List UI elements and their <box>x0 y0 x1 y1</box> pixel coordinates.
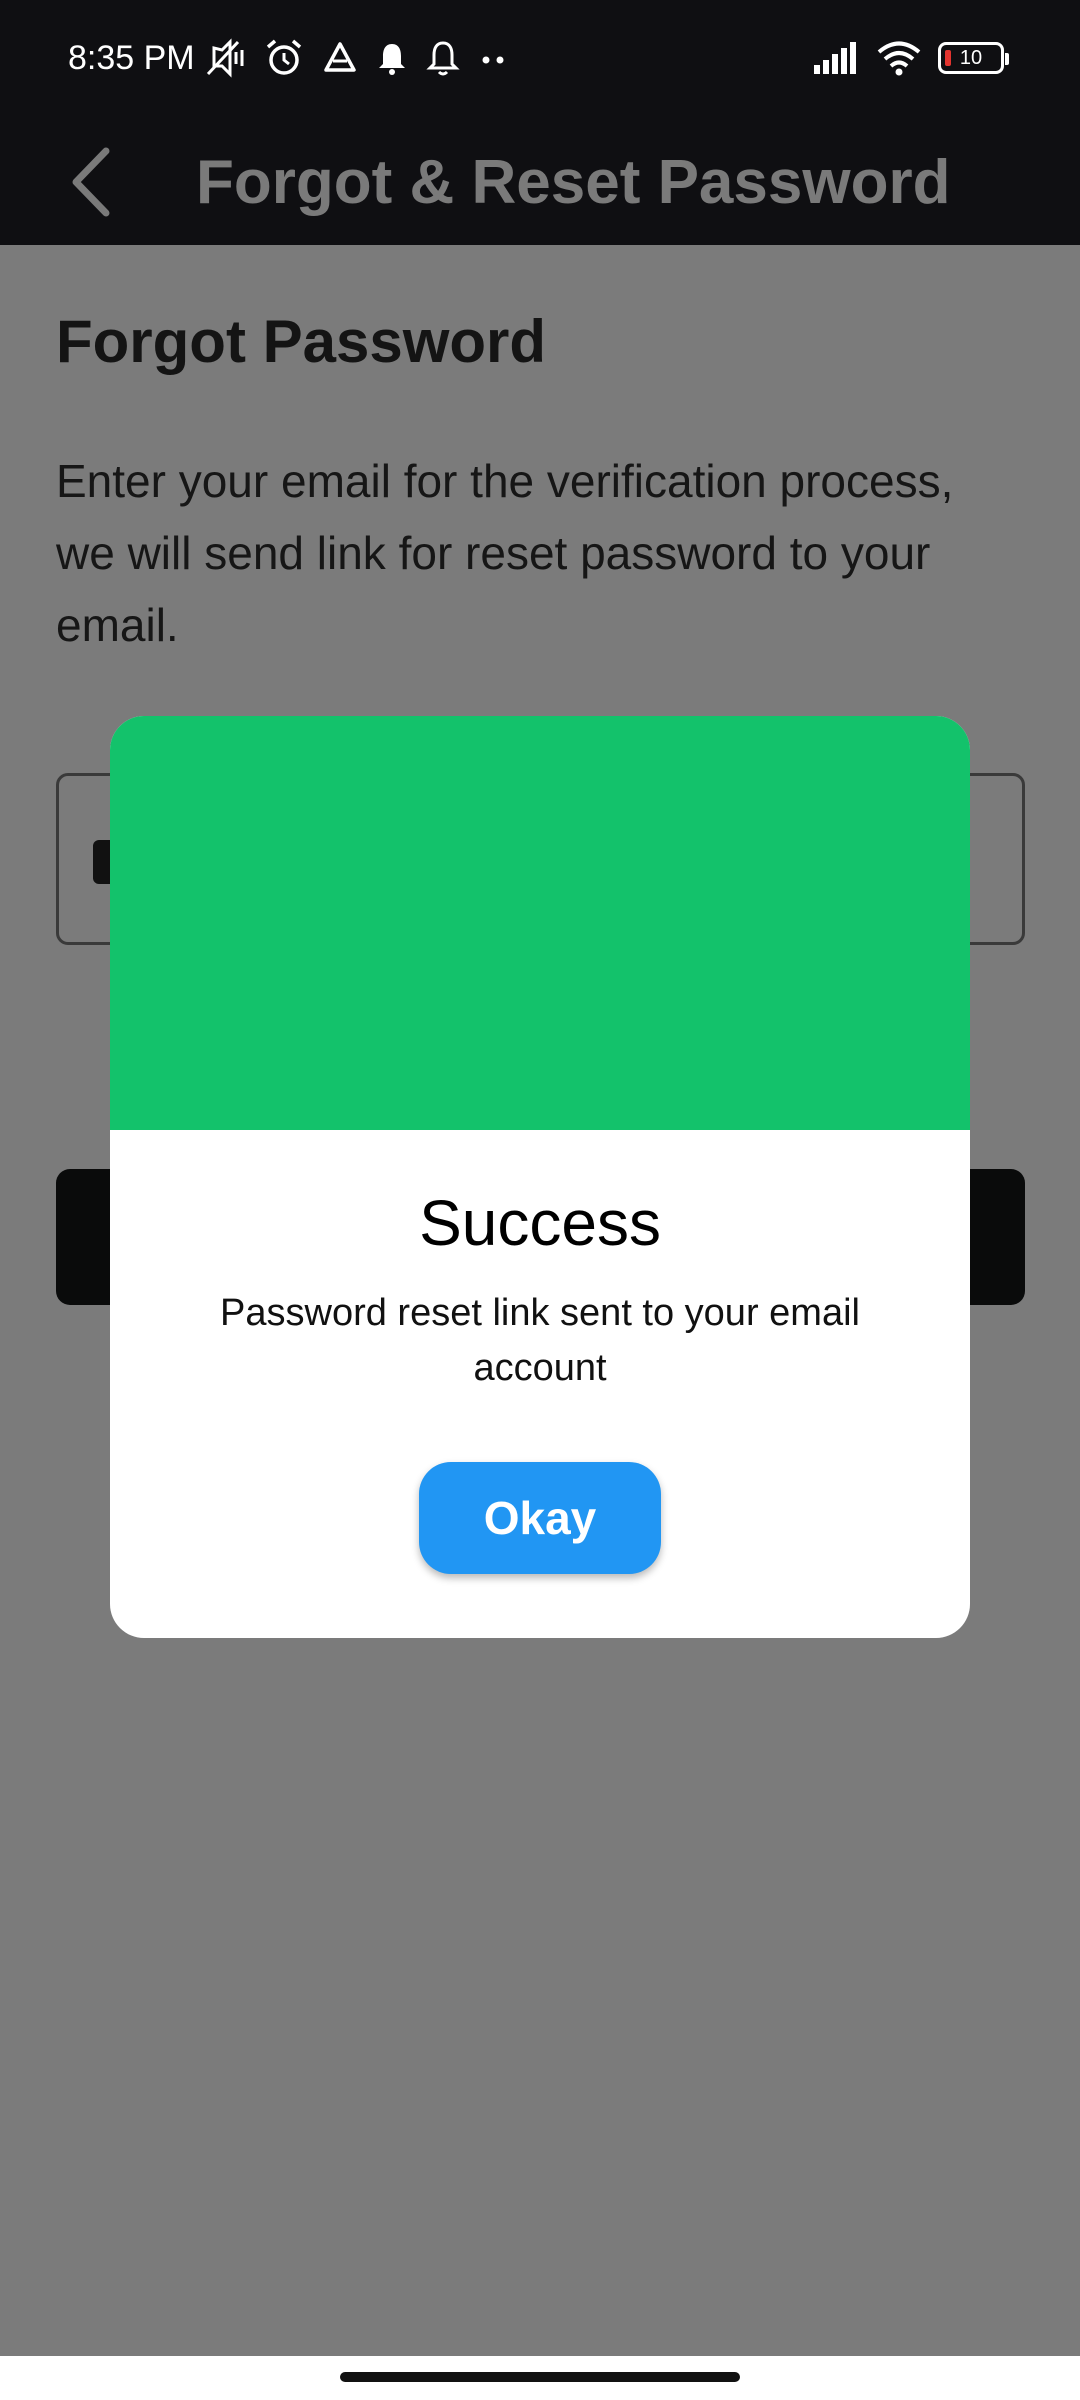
dialog-hero-banner <box>110 716 970 1130</box>
battery-level: 10 <box>959 46 983 69</box>
page-description: Enter your email for the verification pr… <box>56 455 954 651</box>
notification-bell-icon <box>379 44 405 75</box>
battery-icon: 10 <box>938 42 1009 74</box>
status-icons-left <box>200 34 508 82</box>
mute-vibrate-icon <box>206 38 244 78</box>
success-dialog: Success Password reset link sent to your… <box>110 716 970 1638</box>
app-title: Forgot & Reset Password <box>196 148 951 217</box>
page-heading: Forgot Password <box>56 308 547 375</box>
status-time: 8:35 PM <box>68 39 195 77</box>
alarm-icon <box>266 39 302 75</box>
dialog-message: Password reset link sent to your email a… <box>220 1292 860 1389</box>
back-button[interactable] <box>40 132 140 232</box>
status-icons-right: 10 <box>812 36 1009 80</box>
signal-icon <box>814 42 856 74</box>
home-indicator[interactable] <box>340 2372 740 2382</box>
app-bar: Forgot & Reset Password <box>0 120 1080 245</box>
more-dots-icon <box>482 56 504 64</box>
chevron-left-icon <box>72 147 110 217</box>
gesture-nav-bar <box>0 2356 1080 2400</box>
notification-bell-outline-icon <box>426 41 460 76</box>
status-bar: 8:35 PM 10 <box>0 0 1080 120</box>
drive-icon <box>324 42 356 72</box>
wifi-icon <box>877 41 921 76</box>
dialog-title: Success <box>419 1187 661 1259</box>
okay-button[interactable]: Okay <box>419 1462 661 1574</box>
